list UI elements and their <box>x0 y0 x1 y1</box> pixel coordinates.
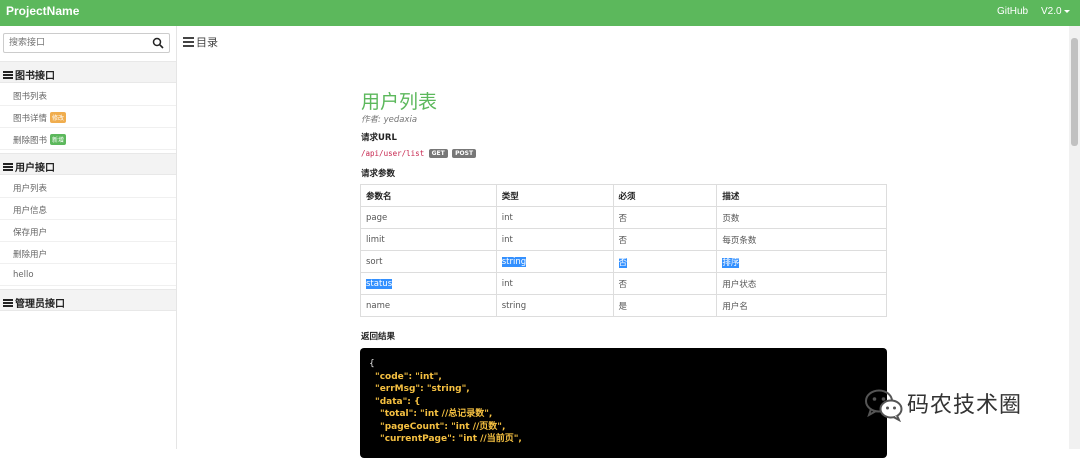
selected-text: 排序 <box>722 257 740 268</box>
search-input[interactable] <box>9 36 149 50</box>
sidebar-item-user-info[interactable]: 用户信息 <box>0 198 176 220</box>
doc-content: 用户列表 作者: yedaxia 请求URL /api/user/list GE… <box>360 0 890 458</box>
selected-text: string <box>501 256 527 267</box>
code-line: "total": "int //总记录数", <box>380 409 493 419</box>
code-line: "code": "int", <box>375 371 442 382</box>
author-line: 作者: yedaxia <box>361 115 418 125</box>
brand-link[interactable]: ProjectName <box>6 4 79 18</box>
sidebar-item-delete-book[interactable]: 删除图书 新增 <box>0 128 176 150</box>
code-line: "errMsg": "string", <box>375 384 470 394</box>
list-icon <box>183 37 194 47</box>
sidebar-item-label: 保存用户 <box>13 228 48 238</box>
sidebar-item-hello[interactable]: hello <box>0 264 176 286</box>
wechat-logo-icon <box>865 389 903 422</box>
sidebar-item-save-user[interactable]: 保存用户 <box>0 220 176 242</box>
table-row: status int 否 用户状态 <box>360 272 887 295</box>
scrollbar[interactable] <box>1069 26 1080 449</box>
table-cell: 排序 <box>716 250 887 273</box>
sidebar-item-label: 图书详情 <box>13 114 48 124</box>
table-cell: string <box>495 294 614 317</box>
group-header-books[interactable]: 图书接口 <box>0 61 176 83</box>
group-title: 用户接口 <box>15 163 55 174</box>
code-line: "currentPage": "int //当前页", <box>380 434 522 444</box>
code-line: "data": { <box>375 396 421 407</box>
sidebar-item-user-list[interactable]: 用户列表 <box>0 176 176 198</box>
request-url-label: 请求URL <box>361 133 397 143</box>
list-icon <box>3 299 13 308</box>
scrollbar-thumb[interactable] <box>1071 38 1078 146</box>
sidebar-item-label: 删除用户 <box>13 250 48 260</box>
column-header: 必须 <box>612 184 718 207</box>
version-dropdown[interactable]: V2.0 <box>1041 6 1070 17</box>
table-cell: 用户状态 <box>716 272 887 295</box>
selected-text: 否 <box>618 257 628 268</box>
response-label: 返回结果 <box>361 332 396 342</box>
code-line: "pageCount": "int //页数", <box>380 421 506 432</box>
table-cell: 否 <box>612 228 718 251</box>
params-table: 参数名 类型 必须 描述 page int 否 页数 limit int 否 每… <box>360 184 887 317</box>
sidebar-item-label: 用户信息 <box>13 206 48 216</box>
wechat-watermark: 码农技术圈 <box>862 384 1052 422</box>
group-title: 管理员接口 <box>15 299 65 310</box>
selected-text: status <box>366 278 393 289</box>
watermark-text: 码农技术圈 <box>907 393 1023 418</box>
modified-badge: 修改 <box>50 112 67 123</box>
sidebar: 图书接口 图书列表 图书详情修改 删除图书新增 用户接口 用户列表 用户信息 保… <box>0 26 177 449</box>
group-title: 图书接口 <box>15 71 55 82</box>
table-cell: page <box>360 206 497 229</box>
table-cell: 否 <box>612 206 718 229</box>
list-icon <box>3 163 13 172</box>
method-badge-get: GET <box>428 149 448 158</box>
column-header: 参数名 <box>360 184 497 207</box>
search-icon[interactable] <box>152 37 164 49</box>
table-cell: name <box>360 294 497 317</box>
column-header: 描述 <box>716 184 887 207</box>
table-cell: int <box>495 206 614 229</box>
search-box <box>3 33 170 53</box>
table-cell: 是 <box>612 294 718 317</box>
table-row: name string 是 用户名 <box>360 294 887 317</box>
table-cell: int <box>495 228 614 251</box>
table-cell: 用户名 <box>716 294 887 317</box>
table-row: page int 否 页数 <box>360 206 887 229</box>
response-code-block: { "code": "int", "errMsg": "string", "da… <box>360 348 887 458</box>
sidebar-item-delete-user[interactable]: 删除用户 <box>0 242 176 264</box>
github-link[interactable]: GitHub <box>997 6 1028 17</box>
sidebar-item-label: 图书列表 <box>13 92 48 102</box>
table-cell: sort <box>360 250 497 273</box>
table-header-row: 参数名 类型 必须 描述 <box>360 184 887 207</box>
page-title: 用户列表 <box>361 91 438 113</box>
table-cell: limit <box>360 228 497 251</box>
list-icon <box>3 71 13 80</box>
table-cell: status <box>360 272 497 295</box>
caret-down-icon <box>1063 9 1070 13</box>
table-cell: 否 <box>612 272 718 295</box>
code-line: { <box>369 359 375 369</box>
params-label: 请求参数 <box>361 169 396 179</box>
table-cell: int <box>495 272 614 295</box>
toc-toggle[interactable]: 目录 <box>183 34 218 50</box>
table-row: limit int 否 每页条数 <box>360 228 887 251</box>
new-badge: 新增 <box>50 134 67 145</box>
request-url-row: /api/user/list GET POST <box>361 149 477 158</box>
method-badge-post: POST <box>452 149 477 158</box>
table-cell: 否 <box>612 250 718 273</box>
sidebar-item-book-list[interactable]: 图书列表 <box>0 84 176 106</box>
table-cell: 每页条数 <box>716 228 887 251</box>
table-cell: string <box>495 250 614 273</box>
group-header-admin[interactable]: 管理员接口 <box>0 289 176 311</box>
column-header: 类型 <box>495 184 614 207</box>
version-label: V2.0 <box>1041 6 1062 17</box>
sidebar-item-label: 删除图书 <box>13 136 48 146</box>
request-url: /api/user/list <box>361 149 425 158</box>
sidebar-item-label: hello <box>13 270 34 280</box>
group-header-users[interactable]: 用户接口 <box>0 153 176 175</box>
table-cell: 页数 <box>716 206 887 229</box>
sidebar-item-book-detail[interactable]: 图书详情 修改 <box>0 106 176 128</box>
table-row: sort string 否 排序 <box>360 250 887 273</box>
toc-label: 目录 <box>196 36 218 49</box>
sidebar-item-label: 用户列表 <box>13 184 48 194</box>
